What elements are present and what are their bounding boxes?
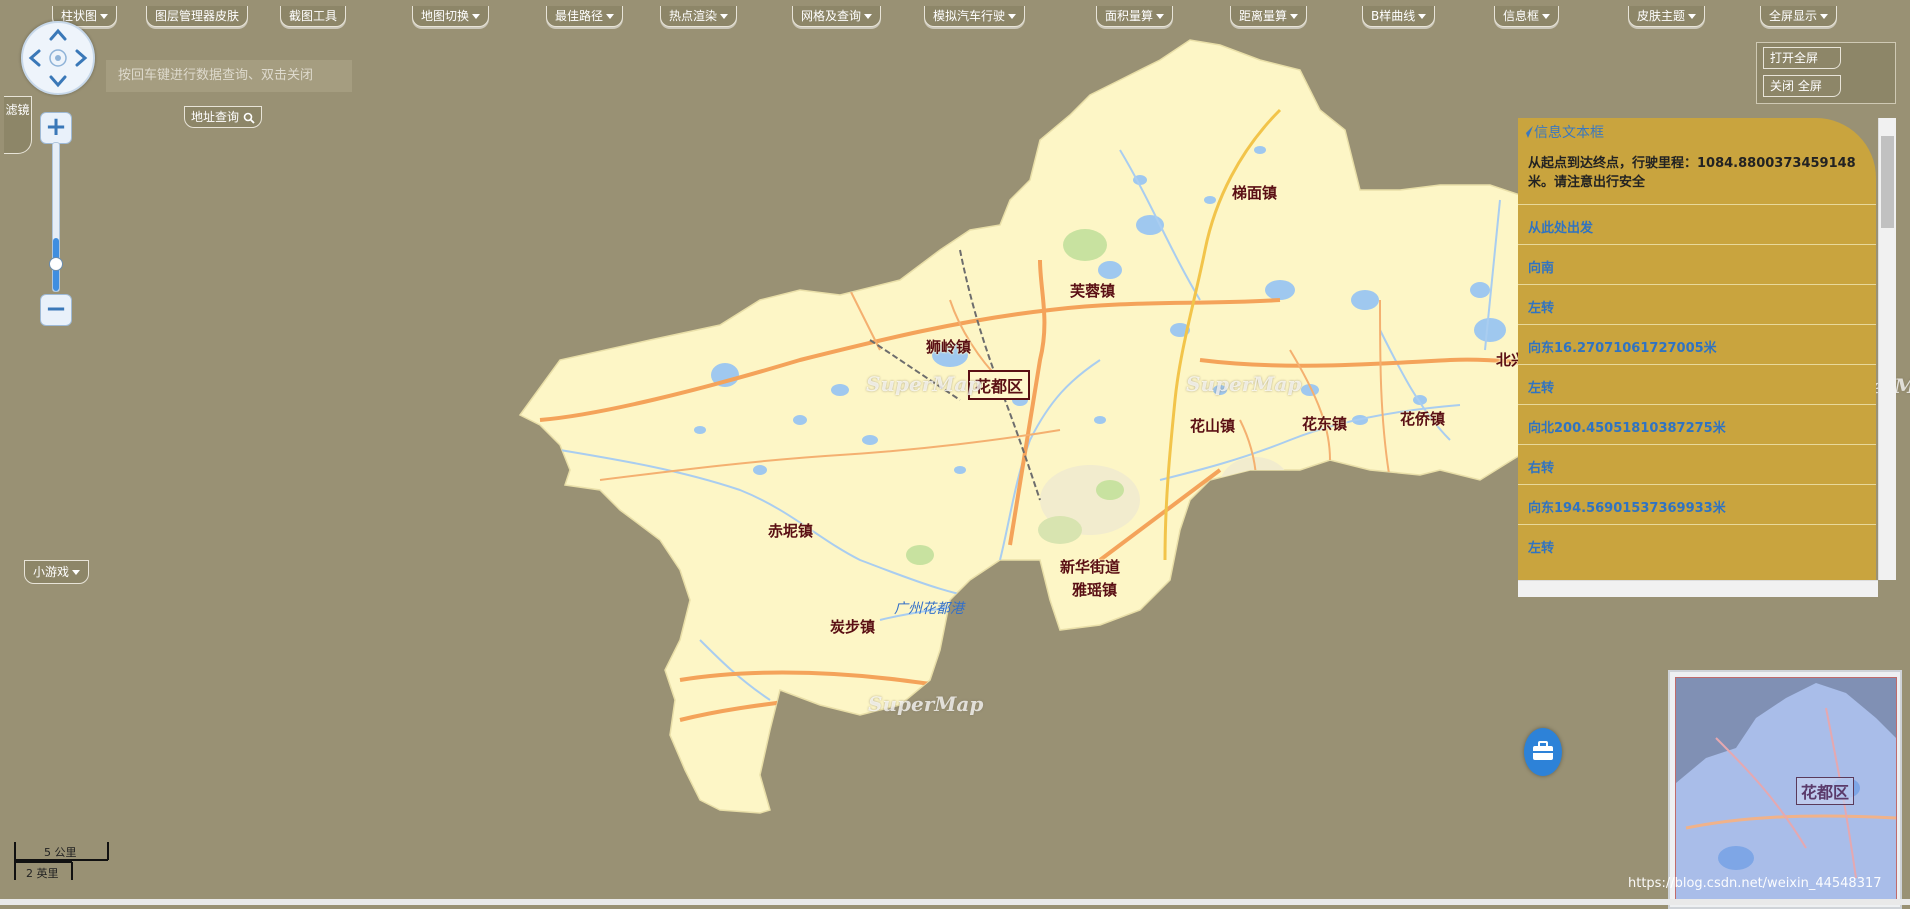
route-step[interactable]: 向东16.27071061727005米	[1518, 324, 1876, 365]
top-toolbar: 柱状图 图层管理器皮肤 截图工具 地图切换 最佳路径 热点渲染 网格及查询 模拟…	[0, 0, 1910, 32]
toolbar-item-best-path[interactable]: 最佳路径	[546, 6, 624, 27]
toolbox-icon	[1533, 741, 1553, 760]
info-panel-title: 信息文本框	[1520, 122, 1604, 142]
place-label: 花山镇	[1190, 417, 1236, 435]
zoom-slider[interactable]	[49, 142, 63, 292]
scale-bar: 5 公里 2 英里	[14, 840, 110, 882]
overview-map-image	[1676, 683, 1896, 903]
zoom-slider-handle[interactable]	[49, 257, 63, 271]
overview-map[interactable]: 花都区	[1668, 670, 1902, 909]
place-label: 赤坭镇	[768, 522, 814, 540]
filter-tab[interactable]: 滤镜	[4, 96, 32, 154]
toolbar-item-heat-render[interactable]: 热点渲染	[660, 6, 738, 27]
route-summary: 从起点到达终点，行驶里程：1084.8800373459148米。请注意出行安全	[1528, 156, 1856, 190]
scale-metric-label: 5 公里	[44, 846, 77, 859]
toolbar-item-skin-theme[interactable]: 皮肤主题	[1628, 6, 1706, 27]
toolbar-item-layer-manager[interactable]: 图层管理器皮肤	[146, 6, 249, 27]
scrollbar-thumb[interactable]	[1881, 136, 1894, 228]
toolbar-item-distance-measure[interactable]: 距离量算	[1230, 6, 1308, 27]
overview-map-viewport: 花都区	[1675, 677, 1897, 904]
info-panel-horizontal-scrollbar[interactable]	[1518, 580, 1878, 597]
fullscreen-menu: 打开全屏 关闭 全屏	[1756, 42, 1896, 104]
scale-imperial-label: 2 英里	[26, 867, 59, 880]
pan-arrows-icon	[28, 28, 88, 88]
map-viewport[interactable]: 梯面镇 芙蓉镇 狮岭镇 花山镇 花东镇 花侨镇 北兴镇 赤坭镇 新华街道 雅瑶镇…	[0, 0, 1910, 909]
place-label: 雅瑶镇	[1072, 581, 1118, 599]
toolbar-item-area-measure[interactable]: 面积量算	[1096, 6, 1174, 27]
toolbar-item-map-switch[interactable]: 地图切换	[412, 6, 490, 27]
toolbox-button[interactable]	[1524, 728, 1562, 776]
place-label: 花东镇	[1302, 415, 1348, 433]
info-panel-content[interactable]: 信息文本框 从起点到达终点，行驶里程：1084.8800373459148米。请…	[1518, 118, 1876, 580]
toolbar-item-fullscreen[interactable]: 全屏显示	[1760, 6, 1838, 27]
route-step[interactable]: 左转	[1518, 524, 1876, 565]
chevron-down-icon	[72, 570, 81, 575]
place-label: 狮岭镇	[926, 338, 972, 356]
river-label: 广州花都港	[894, 601, 964, 617]
open-fullscreen-item[interactable]: 打开全屏	[1763, 47, 1841, 69]
chevron-down-icon	[720, 14, 729, 19]
chevron-down-icon	[1290, 14, 1299, 19]
credit-text: https://blog.csdn.net/weixin_44548317	[1628, 876, 1882, 891]
info-panel: 信息文本框 从起点到达终点，行驶里程：1084.8800373459148米。请…	[1518, 118, 1896, 597]
bottom-scrollbar[interactable]	[0, 899, 1910, 905]
pan-control[interactable]	[21, 21, 95, 95]
watermark: SuperMap	[868, 692, 984, 716]
chevron-down-icon	[100, 14, 109, 19]
route-step[interactable]: 左转	[1518, 364, 1876, 405]
toolbar-item-car-simulation[interactable]: 模拟汽车行驶	[924, 6, 1026, 27]
mini-game-button[interactable]: 小游戏	[24, 560, 90, 584]
place-label: 花侨镇	[1400, 410, 1446, 428]
toolbar-item-b-spline[interactable]: B样曲线	[1362, 6, 1436, 27]
chevron-down-icon	[606, 14, 615, 19]
overview-district-label: 花都区	[1796, 777, 1855, 805]
route-step[interactable]: 向东194.56901537369933米	[1518, 484, 1876, 525]
place-label: 新华街道	[1060, 558, 1121, 576]
address-query-button[interactable]: 地址查询	[184, 106, 262, 128]
close-fullscreen-item[interactable]: 关闭 全屏	[1763, 75, 1841, 97]
chevron-down-icon	[472, 14, 481, 19]
route-step[interactable]: 左转	[1518, 284, 1876, 325]
place-label: 芙蓉镇	[1070, 282, 1116, 300]
place-label: 炭步镇	[830, 618, 876, 636]
place-label: 梯面镇	[1232, 184, 1278, 202]
toolbar-item-screenshot[interactable]: 截图工具	[280, 6, 347, 27]
chevron-down-icon	[1688, 14, 1697, 19]
navigation-arrow-icon	[1521, 126, 1533, 138]
zoom-out-button[interactable]: −	[40, 294, 72, 326]
chevron-down-icon	[1418, 14, 1427, 19]
zoom-in-button[interactable]: +	[40, 112, 72, 144]
chevron-down-icon	[1542, 14, 1551, 19]
info-panel-vertical-scrollbar[interactable]	[1878, 118, 1896, 580]
toolbar-item-info-box[interactable]: 信息框	[1494, 6, 1560, 27]
watermark: SuperMap	[1186, 372, 1302, 396]
toolbar-item-grid-query[interactable]: 网格及查询	[792, 6, 882, 27]
route-step[interactable]: 向北200.45051810387275米	[1518, 404, 1876, 445]
chevron-down-icon	[1008, 14, 1017, 19]
search-icon	[243, 112, 255, 124]
route-step[interactable]: 右转	[1518, 444, 1876, 485]
chevron-down-icon	[864, 14, 873, 19]
chevron-down-icon	[1820, 14, 1829, 19]
route-step[interactable]: 向南	[1518, 244, 1876, 285]
watermark: SuperMap	[866, 372, 982, 396]
chevron-down-icon	[1156, 14, 1165, 19]
search-hint: 按回车键进行数据查询、双击关闭	[106, 60, 352, 92]
route-step[interactable]: 从此处出发	[1518, 204, 1876, 245]
